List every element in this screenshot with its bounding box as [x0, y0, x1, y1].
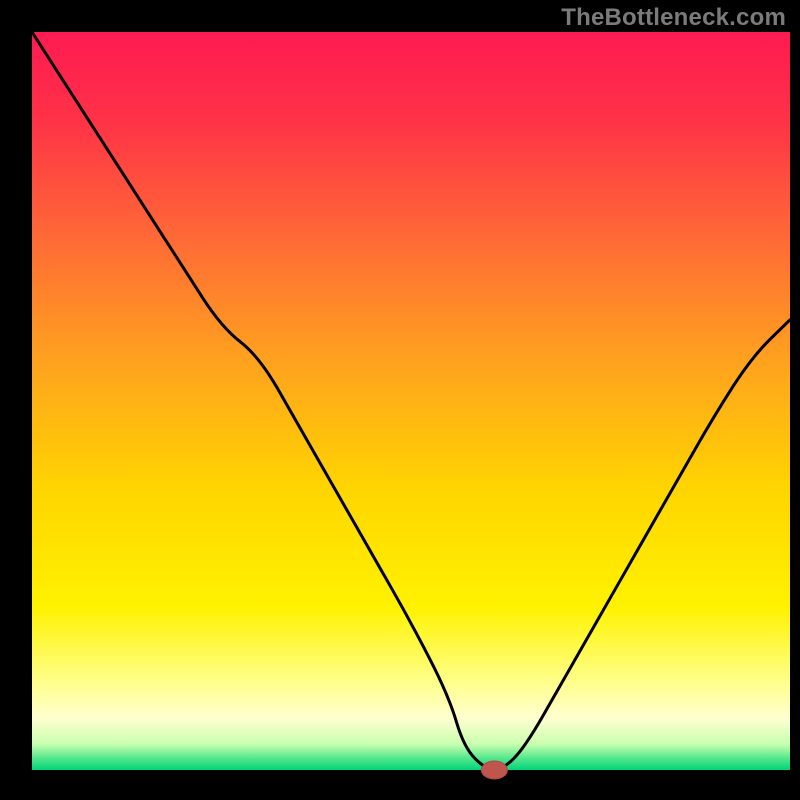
bottleneck-chart — [0, 0, 800, 800]
watermark-text: TheBottleneck.com — [561, 4, 786, 32]
chart-frame: TheBottleneck.com — [0, 0, 800, 800]
gradient-background — [32, 32, 790, 770]
optimal-point-marker — [481, 761, 507, 779]
